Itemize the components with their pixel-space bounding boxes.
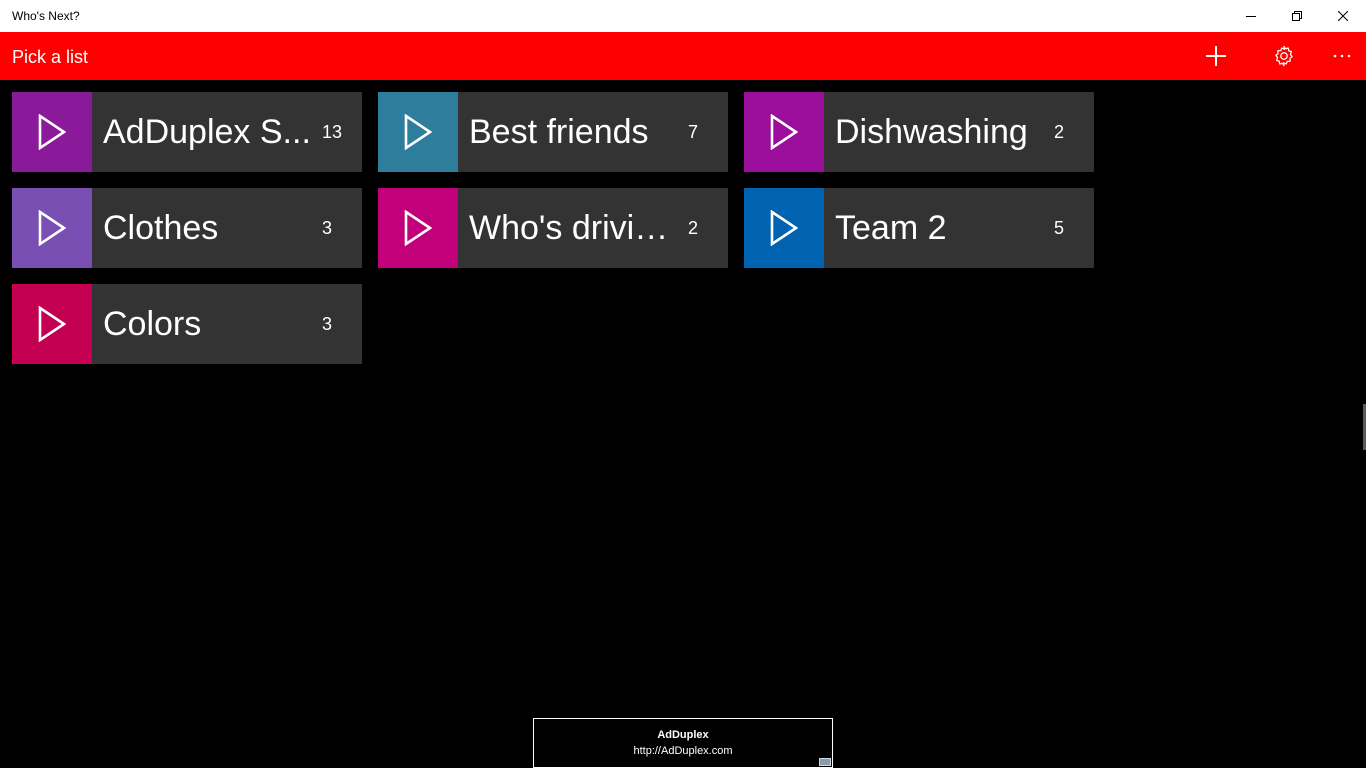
play-button[interactable] — [378, 92, 458, 172]
play-button[interactable] — [378, 188, 458, 268]
restore-icon — [1292, 11, 1302, 21]
close-icon — [1338, 11, 1348, 21]
list-count: 13 — [322, 122, 343, 142]
add-list-button[interactable] — [1192, 32, 1240, 80]
minimize-button[interactable] — [1228, 0, 1274, 32]
list-name: AdDuplex S... — [103, 113, 311, 151]
title-bar: Who's Next? — [0, 0, 1366, 32]
close-button[interactable] — [1320, 0, 1366, 32]
ellipsis-icon — [1333, 54, 1351, 58]
play-button[interactable] — [12, 92, 92, 172]
play-button[interactable] — [744, 92, 824, 172]
ad-title: AdDuplex — [657, 729, 709, 741]
list-name: Dishwashing — [835, 113, 1028, 151]
plus-icon — [1206, 46, 1226, 66]
list-count: 2 — [1054, 122, 1065, 142]
list-name: Clothes — [103, 209, 219, 247]
play-icon — [38, 306, 66, 342]
play-icon — [404, 210, 432, 246]
restore-button[interactable] — [1274, 0, 1320, 32]
play-icon — [38, 114, 66, 150]
minimize-icon — [1246, 16, 1256, 17]
list-name: Colors — [103, 305, 202, 343]
list-tile[interactable]: Clothes 3 — [12, 188, 362, 268]
settings-button[interactable] — [1260, 32, 1308, 80]
window-title: Who's Next? — [12, 9, 80, 23]
play-icon — [770, 210, 798, 246]
list-count: 3 — [322, 314, 333, 334]
list-count: 5 — [1054, 218, 1065, 238]
ad-info-icon[interactable] — [819, 758, 831, 766]
list-tile[interactable]: Who's drivin... 2 — [378, 188, 728, 268]
gear-icon — [1275, 45, 1293, 67]
page-title: Pick a list — [12, 47, 89, 67]
list-tile[interactable]: AdDuplex S... 13 — [12, 92, 362, 172]
list-name: Best friends — [469, 113, 649, 151]
list-tile[interactable]: Colors 3 — [12, 284, 362, 364]
app-header-bar: Pick a list — [0, 32, 1366, 80]
ad-url: http://AdDuplex.com — [633, 745, 733, 757]
play-icon — [38, 210, 66, 246]
list-count: 7 — [688, 122, 699, 142]
list-tile[interactable]: Best friends 7 — [378, 92, 728, 172]
play-icon — [770, 114, 798, 150]
ad-banner[interactable]: AdDuplex http://AdDuplex.com — [533, 718, 833, 768]
app-window: Who's Next? Pick a list AdDuplex S... 13… — [0, 0, 1366, 768]
list-count: 2 — [688, 218, 699, 238]
list-tile[interactable]: Team 2 5 — [744, 188, 1094, 268]
list-name: Who's drivin... — [469, 209, 680, 247]
play-button[interactable] — [12, 188, 92, 268]
play-icon — [404, 114, 432, 150]
list-count: 3 — [322, 218, 333, 238]
play-button[interactable] — [12, 284, 92, 364]
more-options-button[interactable] — [1318, 32, 1366, 80]
play-button[interactable] — [744, 188, 824, 268]
list-name: Team 2 — [835, 209, 947, 247]
lists-grid: AdDuplex S... 13 Best friends 7 Dishwash… — [12, 92, 1102, 364]
list-tile[interactable]: Dishwashing 2 — [744, 92, 1094, 172]
